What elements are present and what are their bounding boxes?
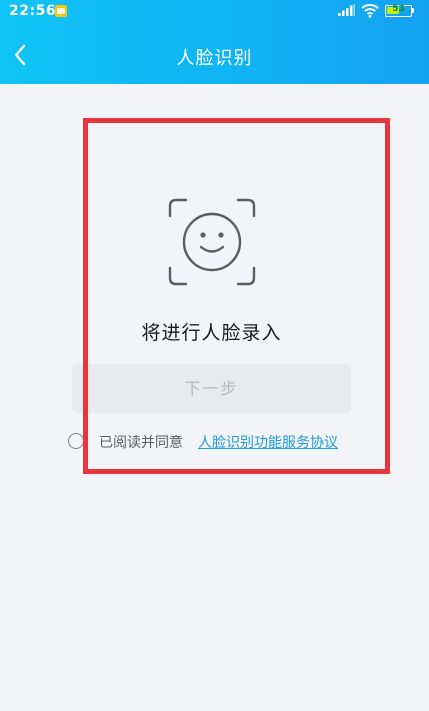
nav-bar: 人脸识别 <box>0 28 429 84</box>
app-header: 22:56 53 人脸识别 <box>0 0 429 84</box>
face-enroll-headline: 将进行人脸录入 <box>141 322 282 344</box>
agreement-row: 已阅读并同意 人脸识别功能服务协议 <box>68 431 368 453</box>
face-scan-icon <box>168 198 256 286</box>
agreement-link[interactable]: 人脸识别功能服务协议 <box>198 432 338 452</box>
page-title: 人脸识别 <box>176 48 253 69</box>
agreement-prefix-text: 已阅读并同意 <box>99 435 183 451</box>
notification-icon <box>55 5 67 17</box>
signal-icon <box>338 4 355 16</box>
battery-tip <box>412 8 414 13</box>
battery-level: 53 <box>392 4 405 14</box>
wifi-icon <box>361 4 379 18</box>
battery-icon: 53 <box>385 4 412 17</box>
main-content: 将进行人脸录入 下一步 已阅读并同意 人脸识别功能服务协议 <box>0 84 429 711</box>
agreement-radio[interactable] <box>68 433 84 449</box>
status-time: 22:56 <box>9 3 57 19</box>
status-bar: 22:56 53 <box>0 0 429 26</box>
next-step-button[interactable]: 下一步 <box>72 364 351 413</box>
